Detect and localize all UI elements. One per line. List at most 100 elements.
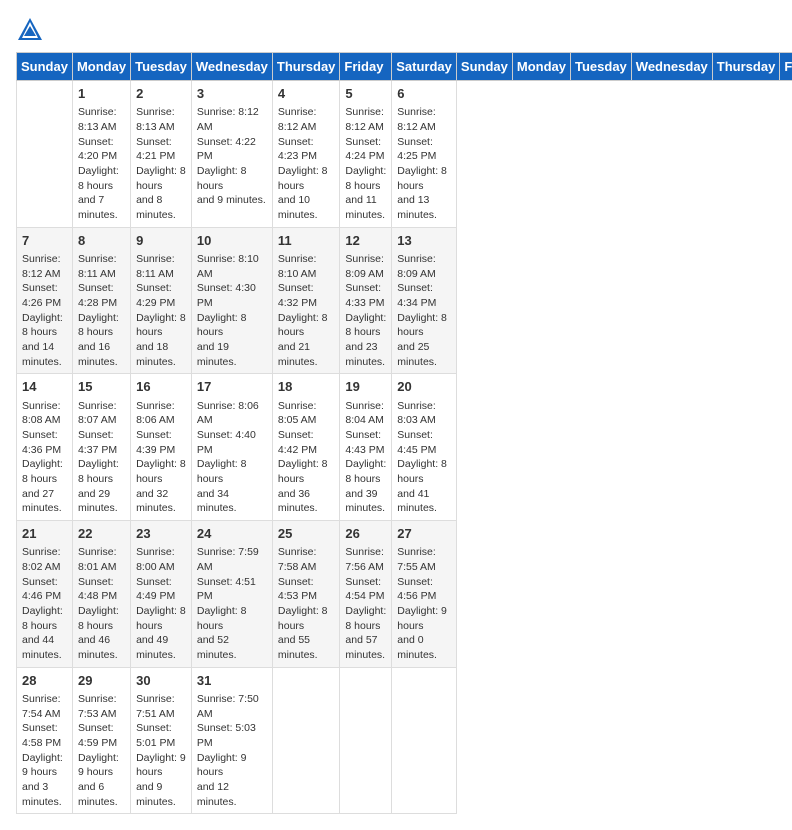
day-number: 21 xyxy=(22,525,67,543)
calendar-cell: 23 Sunrise: 8:00 AM Sunset: 4:49 PM Dayli… xyxy=(131,521,192,668)
day-number: 20 xyxy=(397,378,451,396)
calendar-cell: 12 Sunrise: 8:09 AM Sunset: 4:33 PM Dayli… xyxy=(340,227,392,374)
day-number: 12 xyxy=(345,232,386,250)
day-number: 7 xyxy=(22,232,67,250)
day-header-friday: Friday xyxy=(340,53,392,81)
calendar-cell: 24 Sunrise: 7:59 AM Sunset: 4:51 PM Dayli… xyxy=(191,521,272,668)
cell-content: Sunrise: 8:11 AM Sunset: 4:28 PM Dayligh… xyxy=(78,252,125,370)
day-number: 29 xyxy=(78,672,125,690)
cell-content: Sunrise: 8:12 AM Sunset: 4:22 PM Dayligh… xyxy=(197,105,267,208)
day-number: 6 xyxy=(397,85,451,103)
day-number: 31 xyxy=(197,672,267,690)
calendar-cell: 16 Sunrise: 8:06 AM Sunset: 4:39 PM Dayli… xyxy=(131,374,192,521)
cell-content: Sunrise: 7:55 AM Sunset: 4:56 PM Dayligh… xyxy=(397,545,451,663)
cell-content: Sunrise: 7:51 AM Sunset: 5:01 PM Dayligh… xyxy=(136,692,186,810)
calendar-cell: 15 Sunrise: 8:07 AM Sunset: 4:37 PM Dayli… xyxy=(72,374,130,521)
day-header-wednesday: Wednesday xyxy=(191,53,272,81)
day-header-tuesday: Tuesday xyxy=(571,53,632,81)
day-number: 5 xyxy=(345,85,386,103)
day-number: 19 xyxy=(345,378,386,396)
day-number: 14 xyxy=(22,378,67,396)
day-number: 30 xyxy=(136,672,186,690)
day-number: 13 xyxy=(397,232,451,250)
day-number: 10 xyxy=(197,232,267,250)
cell-content: Sunrise: 8:10 AM Sunset: 4:32 PM Dayligh… xyxy=(278,252,335,370)
week-row-5: 28 Sunrise: 7:54 AM Sunset: 4:58 PM Dayli… xyxy=(17,667,792,814)
cell-content: Sunrise: 7:54 AM Sunset: 4:58 PM Dayligh… xyxy=(22,692,67,810)
cell-content: Sunrise: 8:09 AM Sunset: 4:33 PM Dayligh… xyxy=(345,252,386,370)
calendar-cell: 8 Sunrise: 8:11 AM Sunset: 4:28 PM Daylig… xyxy=(72,227,130,374)
day-header-tuesday: Tuesday xyxy=(131,53,192,81)
cell-content: Sunrise: 8:04 AM Sunset: 4:43 PM Dayligh… xyxy=(345,399,386,517)
calendar-cell: 3 Sunrise: 8:12 AM Sunset: 4:22 PM Daylig… xyxy=(191,81,272,228)
day-header-saturday: Saturday xyxy=(392,53,457,81)
cell-content: Sunrise: 7:59 AM Sunset: 4:51 PM Dayligh… xyxy=(197,545,267,663)
calendar-cell: 22Sunrise: 8:01 AM Sunset: 4:48 PM Dayli… xyxy=(72,521,130,668)
calendar-cell: 10 Sunrise: 8:10 AM Sunset: 4:30 PM Dayli… xyxy=(191,227,272,374)
calendar-cell xyxy=(272,667,340,814)
calendar-cell: 11 Sunrise: 8:10 AM Sunset: 4:32 PM Dayli… xyxy=(272,227,340,374)
calendar-cell xyxy=(340,667,392,814)
day-number: 2 xyxy=(136,85,186,103)
cell-content: Sunrise: 8:00 AM Sunset: 4:49 PM Dayligh… xyxy=(136,545,186,663)
day-number: 27 xyxy=(397,525,451,543)
day-number: 15 xyxy=(78,378,125,396)
week-row-4: 21 Sunrise: 8:02 AM Sunset: 4:46 PM Dayli… xyxy=(17,521,792,668)
calendar-cell: 28 Sunrise: 7:54 AM Sunset: 4:58 PM Dayli… xyxy=(17,667,73,814)
cell-content: Sunrise: 8:12 AM Sunset: 4:26 PM Dayligh… xyxy=(22,252,67,370)
calendar-cell: 29 Sunrise: 7:53 AM Sunset: 4:59 PM Dayli… xyxy=(72,667,130,814)
day-header-thursday: Thursday xyxy=(272,53,340,81)
cell-content: Sunrise: 8:07 AM Sunset: 4:37 PM Dayligh… xyxy=(78,399,125,517)
day-header-thursday: Thursday xyxy=(712,53,780,81)
cell-content: Sunrise: 7:58 AM Sunset: 4:53 PM Dayligh… xyxy=(278,545,335,663)
day-header-wednesday: Wednesday xyxy=(631,53,712,81)
calendar-cell: 17 Sunrise: 8:06 AM Sunset: 4:40 PM Dayli… xyxy=(191,374,272,521)
calendar-cell: 18Sunrise: 8:05 AM Sunset: 4:42 PM Dayli… xyxy=(272,374,340,521)
day-number: 3 xyxy=(197,85,267,103)
calendar-cell: 25 Sunrise: 7:58 AM Sunset: 4:53 PM Dayli… xyxy=(272,521,340,668)
cell-content: Sunrise: 8:13 AM Sunset: 4:20 PM Dayligh… xyxy=(78,105,125,223)
calendar-cell: 26 Sunrise: 7:56 AM Sunset: 4:54 PM Dayli… xyxy=(340,521,392,668)
calendar-table: SundayMondayTuesdayWednesdayThursdayFrid… xyxy=(16,52,792,814)
cell-content: Sunrise: 8:12 AM Sunset: 4:23 PM Dayligh… xyxy=(278,105,335,223)
logo-icon xyxy=(16,16,44,44)
calendar-cell: 27 Sunrise: 7:55 AM Sunset: 4:56 PM Dayli… xyxy=(392,521,457,668)
cell-content: Sunrise: 8:02 AM Sunset: 4:46 PM Dayligh… xyxy=(22,545,67,663)
cell-content: Sunrise: 7:50 AM Sunset: 5:03 PM Dayligh… xyxy=(197,692,267,810)
week-row-2: 7 Sunrise: 8:12 AM Sunset: 4:26 PM Daylig… xyxy=(17,227,792,374)
week-row-3: 14 Sunrise: 8:08 AM Sunset: 4:36 PM Dayli… xyxy=(17,374,792,521)
day-number: 11 xyxy=(278,232,335,250)
page-header xyxy=(16,16,776,44)
cell-content: Sunrise: 7:56 AM Sunset: 4:54 PM Dayligh… xyxy=(345,545,386,663)
day-number: 23 xyxy=(136,525,186,543)
day-number: 8 xyxy=(78,232,125,250)
cell-content: Sunrise: 8:11 AM Sunset: 4:29 PM Dayligh… xyxy=(136,252,186,370)
day-header-monday: Monday xyxy=(72,53,130,81)
day-number: 25 xyxy=(278,525,335,543)
calendar-cell: 21 Sunrise: 8:02 AM Sunset: 4:46 PM Dayli… xyxy=(17,521,73,668)
day-number: 22 xyxy=(78,525,125,543)
cell-content: Sunrise: 8:06 AM Sunset: 4:40 PM Dayligh… xyxy=(197,399,267,517)
week-row-1: 1 Sunrise: 8:13 AM Sunset: 4:20 PM Daylig… xyxy=(17,81,792,228)
cell-content: Sunrise: 8:03 AM Sunset: 4:45 PM Dayligh… xyxy=(397,399,451,517)
day-number: 1 xyxy=(78,85,125,103)
calendar-cell: 7 Sunrise: 8:12 AM Sunset: 4:26 PM Daylig… xyxy=(17,227,73,374)
day-number: 26 xyxy=(345,525,386,543)
cell-content: Sunrise: 8:10 AM Sunset: 4:30 PM Dayligh… xyxy=(197,252,267,370)
day-header-friday: Friday xyxy=(780,53,792,81)
logo xyxy=(16,16,48,44)
calendar-cell: 5Sunrise: 8:12 AM Sunset: 4:24 PM Daylig… xyxy=(340,81,392,228)
day-header-monday: Monday xyxy=(512,53,570,81)
cell-content: Sunrise: 8:05 AM Sunset: 4:42 PM Dayligh… xyxy=(278,399,335,517)
calendar-cell: 20 Sunrise: 8:03 AM Sunset: 4:45 PM Dayli… xyxy=(392,374,457,521)
cell-content: Sunrise: 8:06 AM Sunset: 4:39 PM Dayligh… xyxy=(136,399,186,517)
cell-content: Sunrise: 7:53 AM Sunset: 4:59 PM Dayligh… xyxy=(78,692,125,810)
calendar-cell xyxy=(392,667,457,814)
cell-content: Sunrise: 8:08 AM Sunset: 4:36 PM Dayligh… xyxy=(22,399,67,517)
day-number: 24 xyxy=(197,525,267,543)
calendar-cell: 6Sunrise: 8:12 AM Sunset: 4:25 PM Daylig… xyxy=(392,81,457,228)
day-number: 28 xyxy=(22,672,67,690)
day-number: 17 xyxy=(197,378,267,396)
day-number: 16 xyxy=(136,378,186,396)
calendar-header-row: SundayMondayTuesdayWednesdayThursdayFrid… xyxy=(17,53,792,81)
